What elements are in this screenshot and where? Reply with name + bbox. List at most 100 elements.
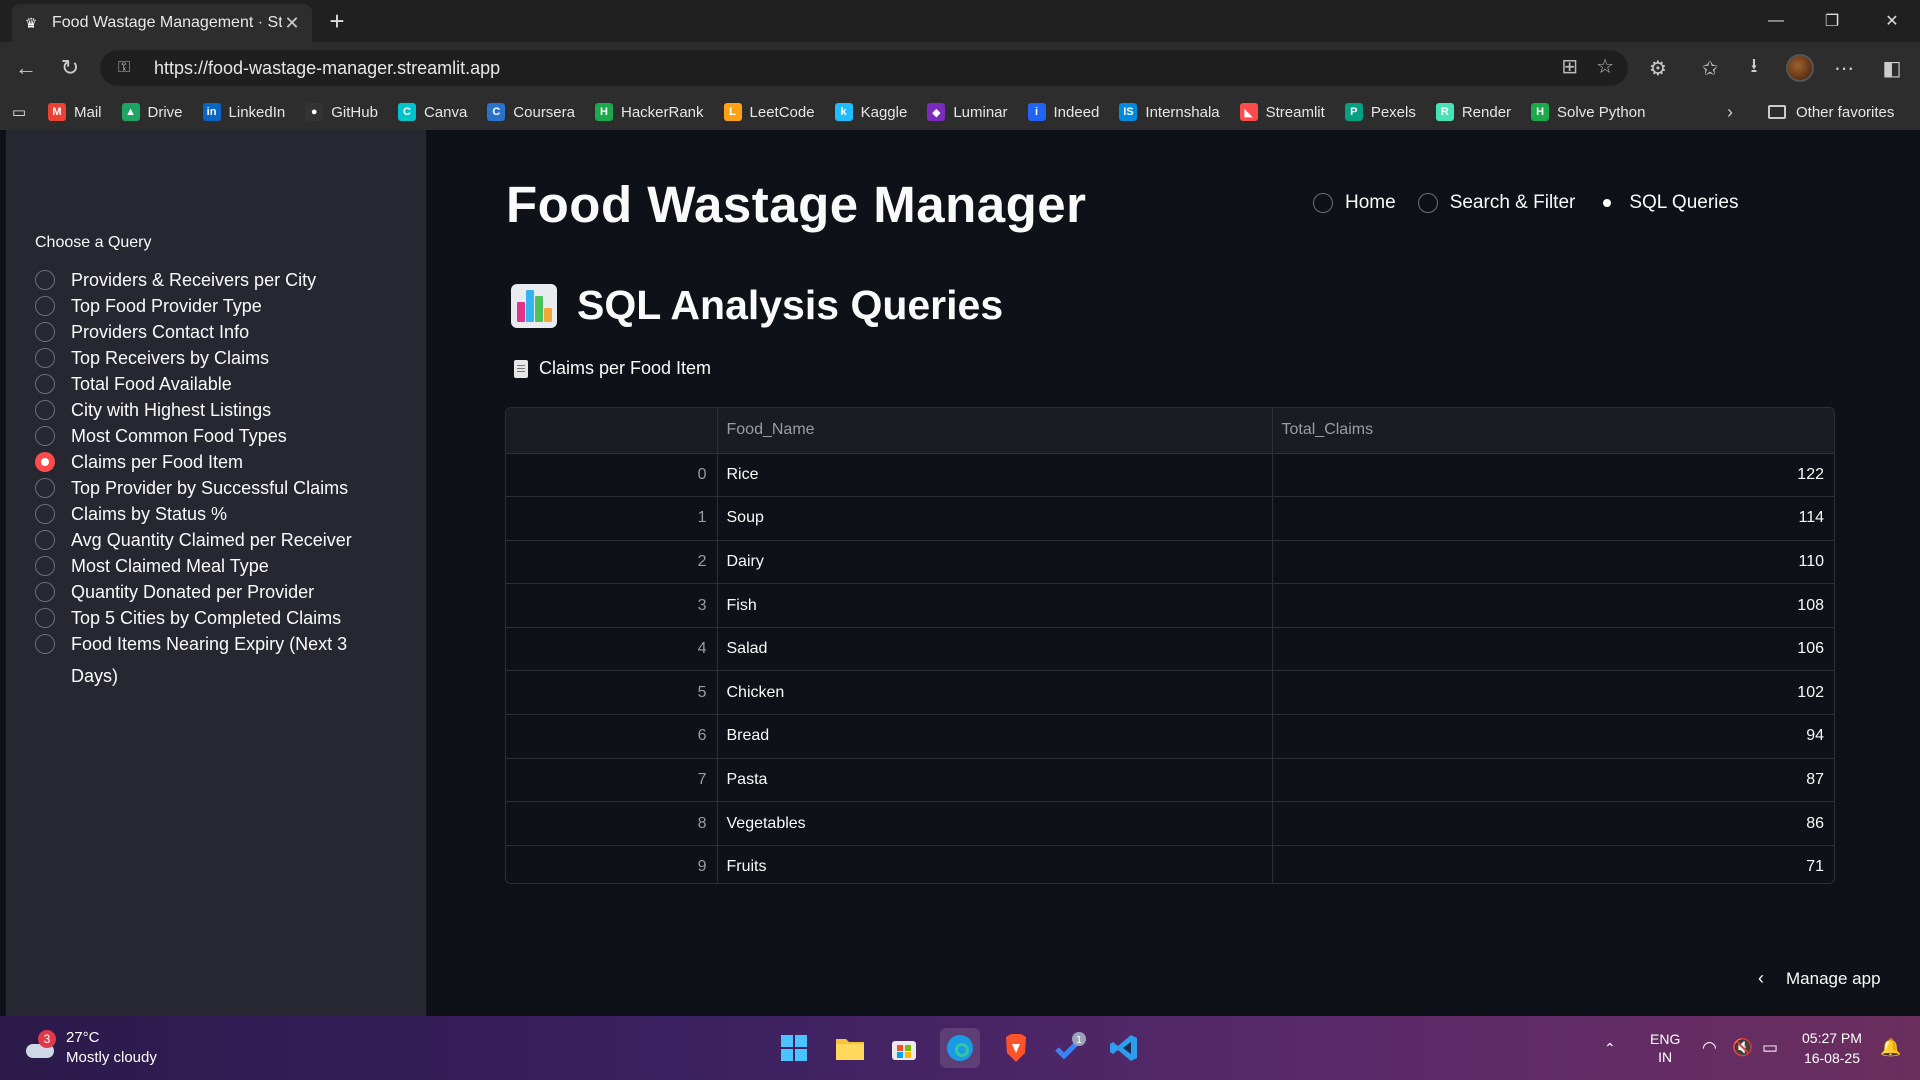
table-row[interactable]: 8 Vegetables 86 <box>506 801 1834 846</box>
browser-tab[interactable]: ♛ Food Wastage Management · Streamlit ✕ <box>12 4 312 42</box>
total-claims-cell[interactable]: 108 <box>1272 583 1834 628</box>
app-available-icon[interactable]: ⊞ <box>1561 54 1578 79</box>
total-claims-cell[interactable]: 106 <box>1272 627 1834 672</box>
downloads-icon[interactable]: ⭳ <box>1738 52 1770 84</box>
radio-unselected-icon[interactable] <box>1417 193 1438 213</box>
radio-unselected-icon[interactable] <box>35 556 55 576</box>
bookmark-solve-python[interactable]: H Solve Python <box>1521 98 1655 126</box>
query-option[interactable]: Food Items Nearing Expiry (Next 3 Days) <box>35 628 375 692</box>
food-name-cell[interactable]: Bread <box>717 714 1273 759</box>
close-window-button[interactable]: ✕ <box>1864 0 1920 42</box>
food-name-cell[interactable]: Pasta <box>717 758 1273 803</box>
bookmark-drive[interactable]: ▲ Drive <box>112 98 193 126</box>
row-index-cell[interactable]: 2 <box>506 540 718 585</box>
table-row[interactable]: 2 Dairy 110 <box>506 540 1834 585</box>
weather-widget[interactable]: 3 27°C Mostly cloudy <box>22 1028 157 1068</box>
food-name-cell[interactable]: Chicken <box>717 670 1273 716</box>
bookmark-hackerrank[interactable]: H HackerRank <box>585 98 714 126</box>
todo-icon[interactable]: 1 <box>1050 1028 1090 1068</box>
table-row[interactable]: 4 Salad 106 <box>506 627 1834 672</box>
food-name-cell[interactable]: Fish <box>717 583 1273 628</box>
bookmark-leetcode[interactable]: L LeetCode <box>714 98 825 126</box>
radio-unselected-icon[interactable] <box>35 374 55 394</box>
radio-unselected-icon[interactable] <box>35 478 55 498</box>
total-claims-cell[interactable]: 87 <box>1272 758 1834 803</box>
food-name-cell[interactable]: Dairy <box>717 540 1273 585</box>
other-favorites[interactable]: Other favorites <box>1768 94 1894 130</box>
radio-unselected-icon[interactable] <box>35 582 55 602</box>
bookmark-linkedin[interactable]: in LinkedIn <box>193 98 296 126</box>
manage-app-button[interactable]: ‹ Manage app <box>1758 968 1881 989</box>
food-name-cell[interactable]: Vegetables <box>717 801 1273 846</box>
wifi-icon[interactable]: ◠ <box>1702 1016 1717 1080</box>
bookmark-internshala[interactable]: IS Internshala <box>1109 98 1229 126</box>
sidebar-toggle-icon[interactable]: ◧ <box>1876 52 1908 84</box>
row-index-cell[interactable]: 7 <box>506 758 718 803</box>
total-claims-cell[interactable]: 86 <box>1272 801 1834 846</box>
store-icon[interactable] <box>884 1028 924 1068</box>
total-claims-cell[interactable]: 94 <box>1272 714 1834 759</box>
food-name-cell[interactable]: Salad <box>717 627 1273 672</box>
row-index-cell[interactable]: 8 <box>506 801 718 846</box>
favorites-icon[interactable]: ✩ <box>1694 52 1726 84</box>
radio-unselected-icon[interactable] <box>35 530 55 550</box>
food-name-cell[interactable]: Rice <box>717 453 1273 498</box>
radio-unselected-icon[interactable] <box>35 322 55 342</box>
bookmark-canva[interactable]: C Canva <box>388 98 477 126</box>
restore-button[interactable]: ❐ <box>1804 0 1860 42</box>
clock[interactable]: 05:27 PM 16-08-25 <box>1802 1016 1862 1080</box>
favorite-star-icon[interactable]: ☆ <box>1596 54 1614 79</box>
total-claims-cell[interactable]: 71 <box>1272 845 1834 883</box>
bookmark-indeed[interactable]: i Indeed <box>1018 98 1110 126</box>
vscode-icon[interactable] <box>1104 1028 1144 1068</box>
row-index-cell[interactable]: 3 <box>506 583 718 628</box>
reload-button[interactable]: ↻ <box>54 52 86 84</box>
start-icon[interactable] <box>774 1028 814 1068</box>
bookmark-pexels[interactable]: P Pexels <box>1335 98 1426 126</box>
bookmarks-overflow-icon[interactable]: › <box>1716 98 1744 126</box>
notifications-icon[interactable]: 🔔 <box>1880 1016 1901 1080</box>
new-tab-button[interactable]: + <box>322 6 352 36</box>
total-claims-cell[interactable]: 114 <box>1272 496 1834 541</box>
table-row[interactable]: 1 Soup 114 <box>506 496 1834 541</box>
table-row[interactable]: 9 Fruits 71 <box>506 845 1834 883</box>
total-claims-cell[interactable]: 110 <box>1272 540 1834 585</box>
table-row[interactable]: 7 Pasta 87 <box>506 758 1834 803</box>
radio-unselected-icon[interactable] <box>35 296 55 316</box>
table-row[interactable]: 6 Bread 94 <box>506 714 1834 759</box>
row-index-cell[interactable]: 9 <box>506 845 718 883</box>
radio-unselected-icon[interactable] <box>35 426 55 446</box>
bookmark-kaggle[interactable]: k Kaggle <box>825 98 918 126</box>
table-row[interactable]: 5 Chicken 102 <box>506 670 1834 716</box>
bookmark-github[interactable]: ● GitHub <box>295 98 388 126</box>
total-claims-cell[interactable]: 102 <box>1272 670 1834 716</box>
column-header-food-name[interactable]: Food_Name <box>717 408 1273 454</box>
nav-option-search-filter[interactable]: Search & Filter <box>1417 192 1575 214</box>
radio-unselected-icon[interactable] <box>35 270 55 290</box>
bookmark-streamlit[interactable]: ◣ Streamlit <box>1230 98 1335 126</box>
table-row[interactable]: 0 Rice 122 <box>506 453 1834 498</box>
radio-unselected-icon[interactable] <box>35 400 55 420</box>
row-index-cell[interactable]: 1 <box>506 496 718 541</box>
bookmark-mail[interactable]: M Mail <box>38 98 112 126</box>
battery-icon[interactable]: ▭ <box>1762 1016 1778 1080</box>
language-indicator[interactable]: ENG IN <box>1650 1016 1680 1080</box>
collections-icon[interactable]: ▭ <box>0 98 38 126</box>
extensions-icon[interactable]: ⚙ <box>1642 52 1674 84</box>
profile-avatar[interactable] <box>1786 54 1814 82</box>
back-button[interactable]: ← <box>10 52 42 84</box>
radio-unselected-icon[interactable] <box>1313 193 1333 213</box>
table-row[interactable]: 3 Fish 108 <box>506 583 1834 628</box>
radio-selected-icon[interactable] <box>1597 193 1618 213</box>
site-info-icon[interactable]: ⚿ <box>118 59 140 77</box>
address-bar[interactable]: ⚿ https://food-wastage-manager.streamlit… <box>100 50 1628 86</box>
total-claims-cell[interactable]: 122 <box>1272 453 1834 498</box>
food-name-cell[interactable]: Soup <box>717 496 1273 541</box>
minimize-button[interactable]: — <box>1748 0 1804 42</box>
row-index-cell[interactable]: 5 <box>506 670 718 716</box>
brave-icon[interactable] <box>996 1028 1036 1068</box>
food-name-cell[interactable]: Fruits <box>717 845 1273 883</box>
row-index-cell[interactable]: 4 <box>506 627 718 672</box>
nav-option-home[interactable]: Home <box>1313 192 1396 214</box>
nav-option-sql-queries[interactable]: SQL Queries <box>1597 192 1738 214</box>
